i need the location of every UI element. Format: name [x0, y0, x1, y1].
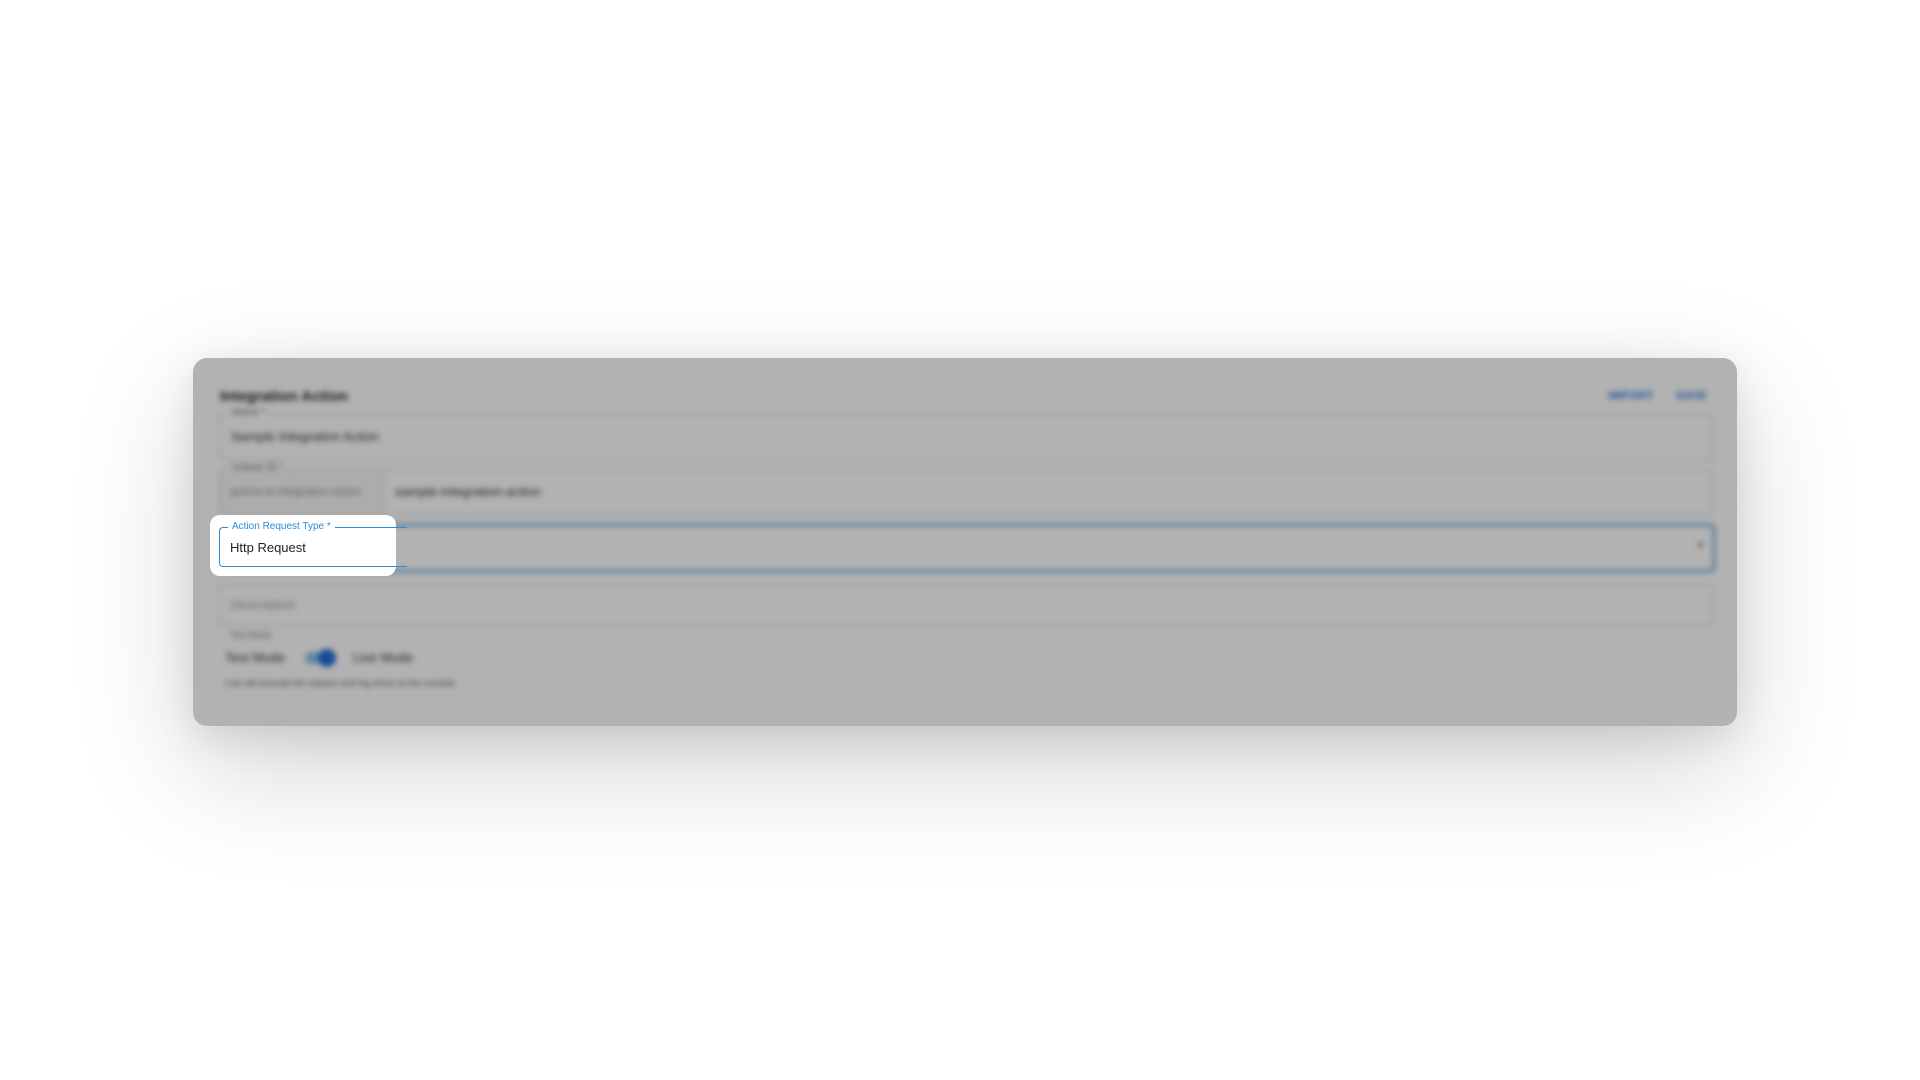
action-request-type-value: Http Request: [230, 540, 306, 555]
mode-toggle-knob[interactable]: [317, 648, 336, 667]
action-request-type-select[interactable]: ▾: [219, 524, 1715, 572]
import-button[interactable]: IMPORT: [1608, 390, 1654, 402]
live-mode-label: Live Mode: [352, 650, 413, 665]
description-placeholder: Description: [231, 597, 297, 612]
save-button[interactable]: SAVE: [1676, 390, 1707, 402]
action-request-type-label: Action Request Type *: [228, 521, 335, 532]
integration-action-card: Integration Action IMPORT SAVE Name * Sa…: [193, 358, 1737, 726]
test-mode-label: Test Mode: [225, 650, 285, 665]
unique-id-field-value: sample-integration-action: [395, 484, 541, 499]
page-title: Integration Action: [220, 388, 348, 405]
name-field-value: Sample Integration Action: [231, 429, 380, 444]
header-actions: IMPORT SAVE: [1608, 390, 1707, 402]
screen: Integration Action IMPORT SAVE Name * Sa…: [0, 0, 1920, 1080]
action-request-type-field[interactable]: Action Request Type * Http Request: [219, 521, 407, 567]
mode-toggle-row: Test Mode Live Mode: [225, 648, 413, 667]
spotlight-highlight: Action Request Type * Http Request: [210, 515, 407, 576]
unique-id-field[interactable]: Unique ID * quirna-ot-integration-action…: [219, 462, 1713, 515]
mode-help-text: Live will execute the request and log er…: [225, 678, 455, 688]
name-field-label: Name *: [228, 407, 270, 418]
mode-label: Test Mode: [230, 630, 272, 640]
description-field[interactable]: Description: [219, 584, 1713, 626]
chevron-down-icon[interactable]: ▾: [1698, 540, 1703, 551]
mode-toggle[interactable]: [304, 648, 336, 667]
name-field[interactable]: Name * Sample Integration Action: [219, 407, 1713, 460]
card-content: Integration Action IMPORT SAVE Name * Sa…: [193, 358, 1737, 726]
unique-id-prefix: quirna-ot-integration-action: [220, 470, 383, 514]
